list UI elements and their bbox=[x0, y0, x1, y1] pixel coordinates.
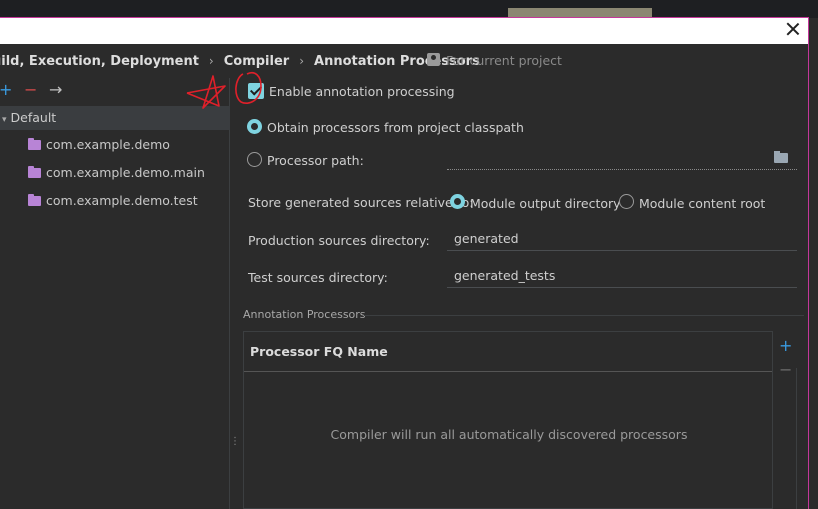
enable-annotation-processing-label[interactable]: Enable annotation processing bbox=[269, 84, 455, 99]
obtain-from-classpath-label[interactable]: Obtain processors from project classpath bbox=[267, 120, 524, 135]
dialog-titlebar bbox=[0, 18, 808, 44]
store-generated-label: Store generated sources relative to: bbox=[248, 195, 474, 210]
profile-tree-pane: + − → ▾ Default com.example.demo com.exam… bbox=[0, 78, 230, 509]
module-content-root-label[interactable]: Module content root bbox=[639, 196, 765, 211]
move-to-profile-button[interactable]: → bbox=[49, 80, 62, 99]
obtain-from-classpath-radio[interactable] bbox=[247, 119, 262, 134]
section-divider bbox=[364, 315, 804, 316]
chevron-down-icon[interactable]: ▾ bbox=[2, 115, 7, 125]
tree-item-label: Default bbox=[10, 110, 57, 125]
annotation-processors-section-title: Annotation Processors bbox=[243, 308, 366, 321]
module-folder-icon bbox=[28, 166, 41, 178]
tree-item-module[interactable]: com.example.demo bbox=[28, 135, 170, 155]
tree-item-label: com.example.demo.main bbox=[46, 165, 205, 180]
processor-path-label[interactable]: Processor path: bbox=[267, 153, 364, 168]
breadcrumb-item-compiler[interactable]: Compiler bbox=[224, 54, 289, 69]
tree-item-default[interactable]: ▾ Default bbox=[0, 106, 230, 130]
processor-path-radio[interactable] bbox=[247, 152, 262, 167]
profile-toolbar: + − → bbox=[0, 78, 229, 102]
breadcrumb-separator: › bbox=[208, 54, 214, 68]
project-scope-icon bbox=[427, 53, 440, 66]
module-output-directory-label[interactable]: Module output directory bbox=[470, 196, 621, 211]
processor-fq-name-header[interactable]: Processor FQ Name bbox=[244, 332, 772, 372]
table-scrollbar[interactable] bbox=[796, 368, 797, 509]
close-icon[interactable] bbox=[786, 22, 800, 36]
module-folder-icon bbox=[28, 194, 41, 206]
project-scope-label: For current project bbox=[446, 53, 562, 68]
remove-profile-button[interactable]: − bbox=[24, 80, 37, 99]
add-processor-button[interactable]: + bbox=[779, 336, 792, 355]
tree-item-label: com.example.demo.test bbox=[46, 193, 198, 208]
tree-item-label: com.example.demo bbox=[46, 137, 170, 152]
test-sources-field[interactable]: generated_tests bbox=[447, 264, 797, 288]
settings-pane: Enable annotation processing Obtain proc… bbox=[236, 78, 808, 509]
enable-annotation-processing-checkbox[interactable] bbox=[248, 83, 264, 99]
breadcrumb-separator: › bbox=[299, 54, 305, 68]
breadcrumb-item-build[interactable]: uild, Execution, Deployment bbox=[0, 54, 199, 69]
tree-item-module[interactable]: com.example.demo.main bbox=[28, 163, 205, 183]
test-sources-label: Test sources directory: bbox=[248, 270, 388, 285]
add-profile-button[interactable]: + bbox=[0, 80, 12, 99]
browse-folder-icon[interactable] bbox=[774, 151, 788, 163]
module-content-root-radio[interactable] bbox=[619, 194, 634, 209]
tree-item-module[interactable]: com.example.demo.test bbox=[28, 191, 198, 211]
background-window-strip bbox=[0, 0, 818, 18]
processor-table: Processor FQ Name Compiler will run all … bbox=[243, 331, 773, 509]
module-output-directory-radio[interactable] bbox=[450, 194, 465, 209]
module-folder-icon bbox=[28, 138, 41, 150]
production-sources-field[interactable]: generated bbox=[447, 227, 797, 251]
empty-table-text: Compiler will run all automatically disc… bbox=[330, 427, 688, 442]
processor-path-input[interactable] bbox=[447, 169, 797, 170]
production-sources-label: Production sources directory: bbox=[248, 233, 430, 248]
breadcrumb: uild, Execution, Deployment › Compiler ›… bbox=[0, 44, 808, 78]
remove-processor-button[interactable]: − bbox=[779, 360, 792, 379]
